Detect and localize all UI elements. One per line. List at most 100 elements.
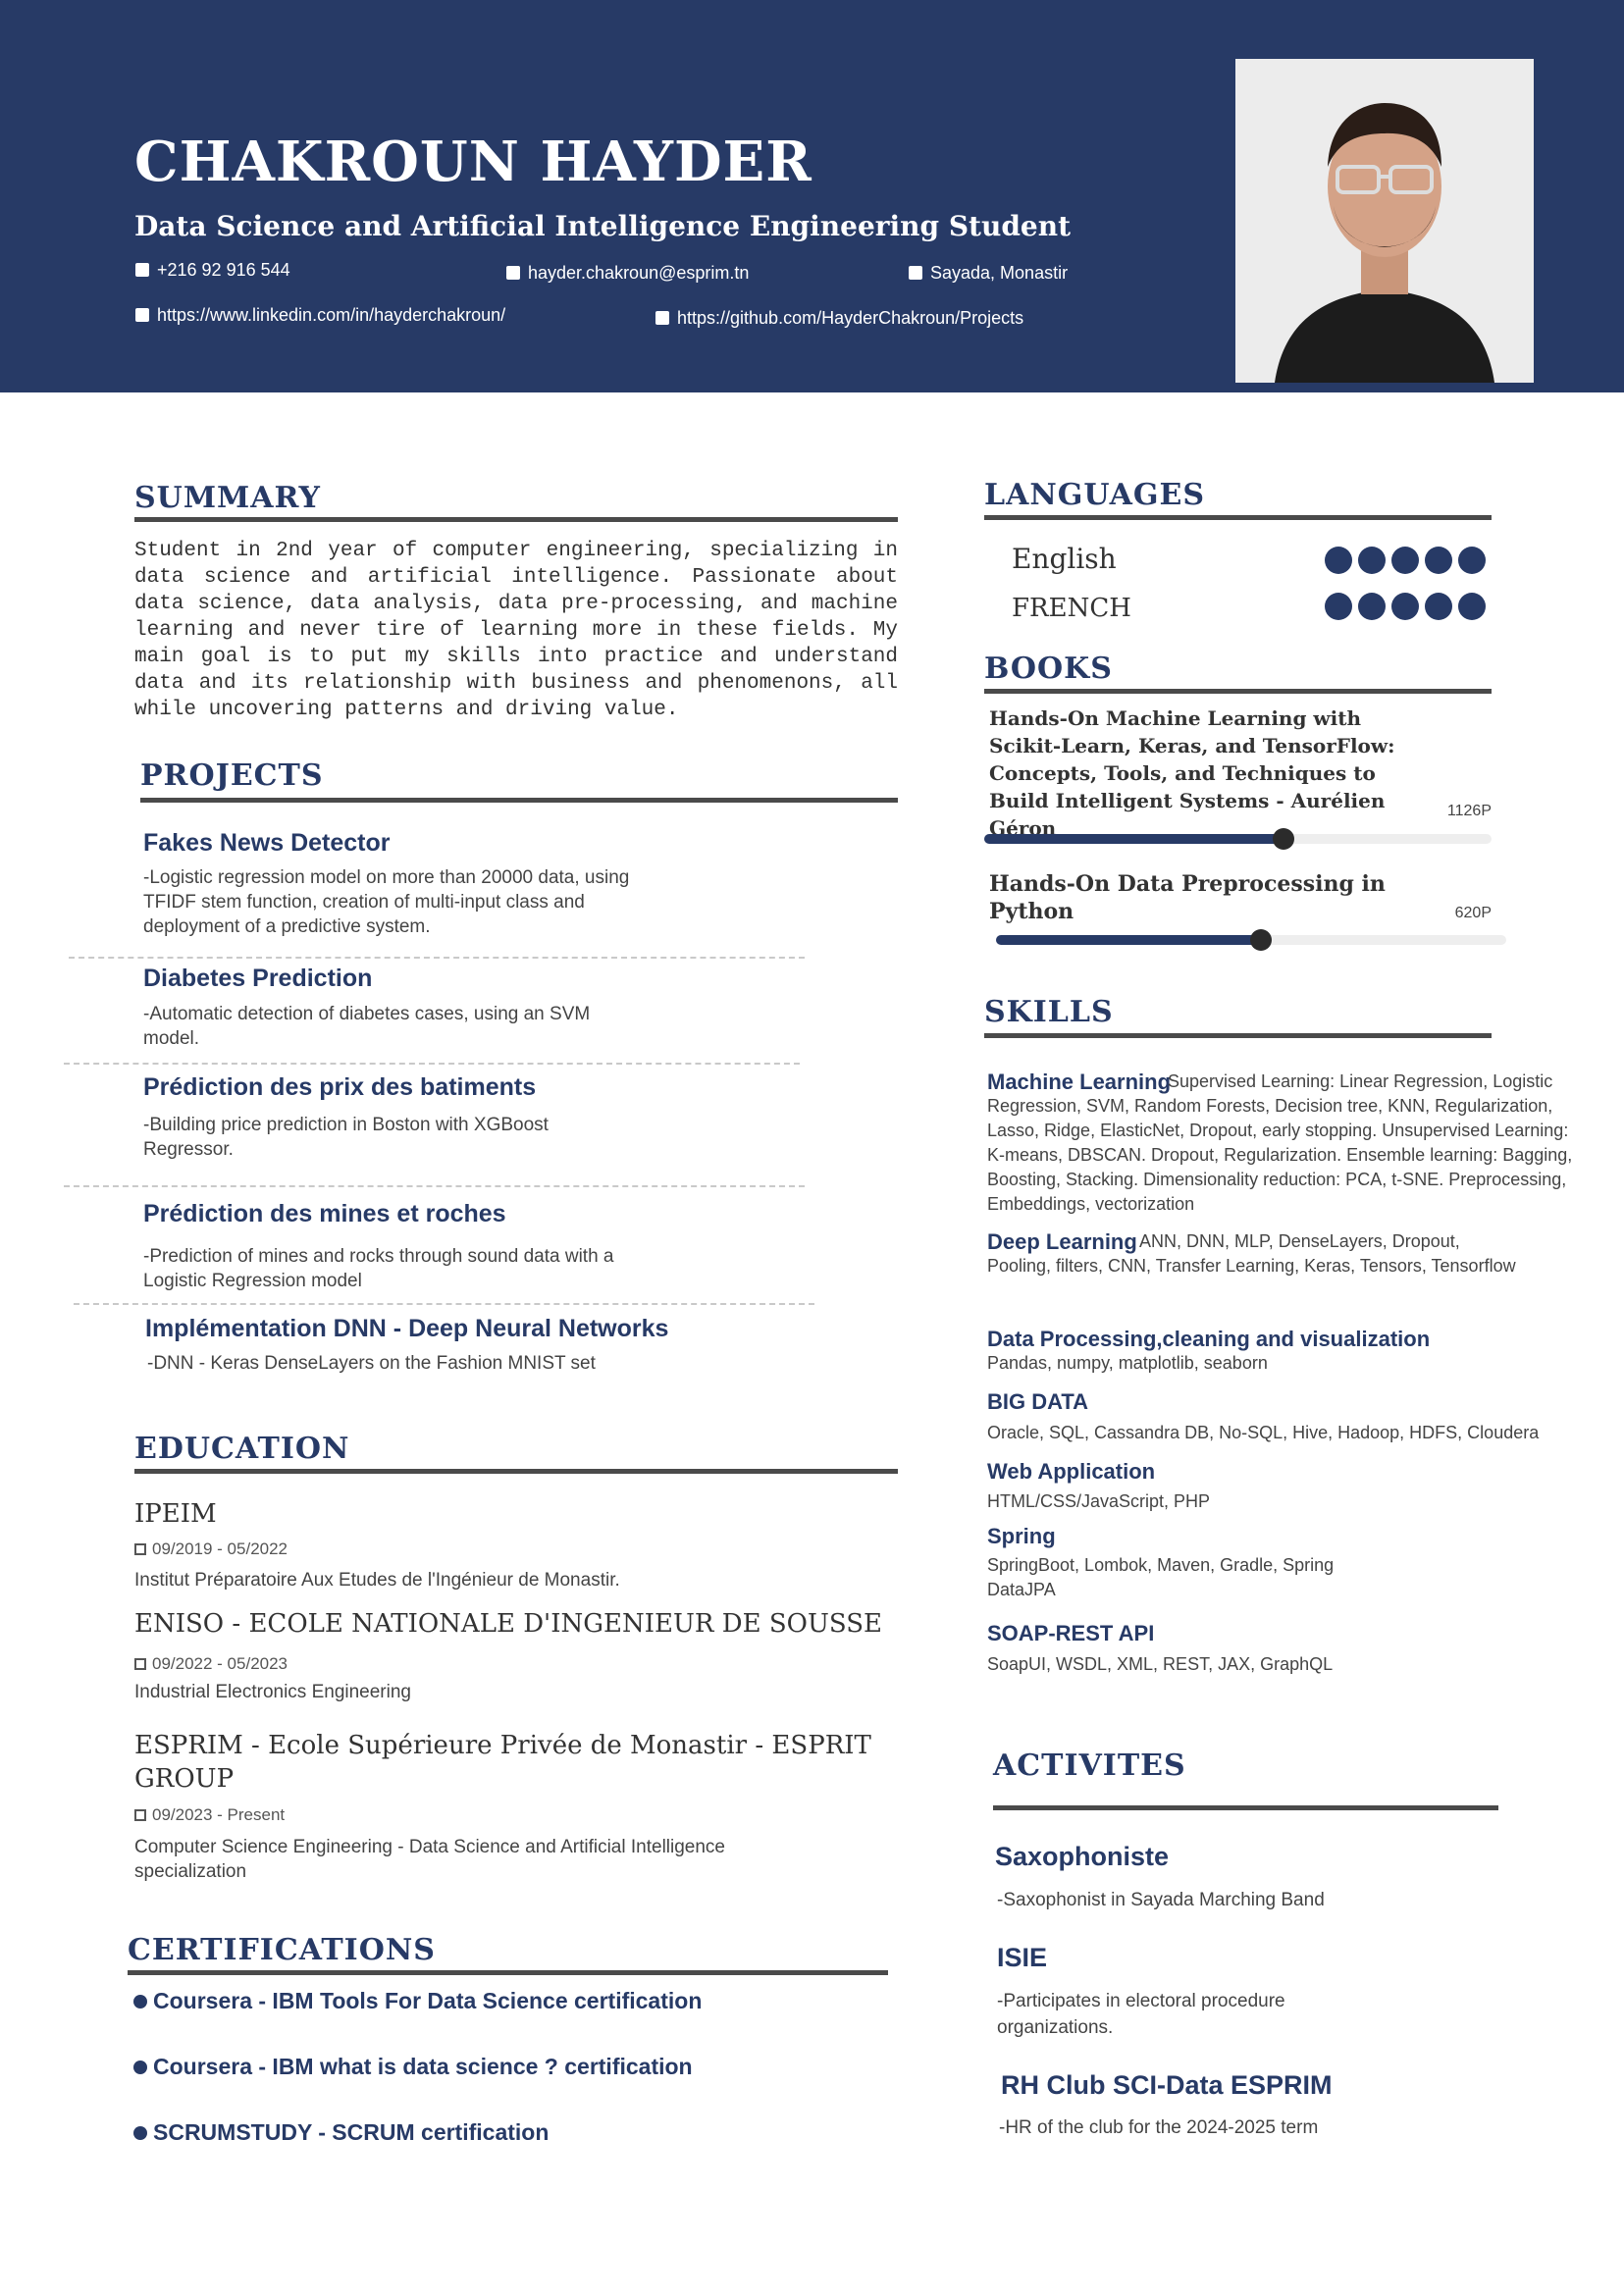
email-text[interactable]: hayder.chakroun@esprim.tn [528, 262, 940, 284]
project-title-2: Diabetes Prediction [143, 965, 373, 992]
level-dot [1425, 593, 1452, 620]
certification-text: SCRUMSTUDY - SCRUM certification [153, 2119, 550, 2145]
certification-text: Coursera - IBM what is data science ? ce… [153, 2054, 693, 2079]
contact-github[interactable]: https://github.com/HayderChakroun/Projec… [655, 307, 1128, 329]
language-level-1 [1325, 547, 1486, 574]
project-separator [69, 957, 805, 959]
education-divider [134, 1469, 898, 1474]
skill-category-7: SOAP-REST API [987, 1621, 1155, 1645]
certification-bullet-icon [133, 1994, 147, 2009]
certifications-divider [128, 1970, 888, 1975]
linkedin-link[interactable]: https://www.linkedin.com/in/hayderchakro… [157, 304, 569, 326]
education-date-text: 09/2019 - 05/2022 [152, 1539, 288, 1558]
education-school-1: IPEIM [134, 1499, 217, 1529]
books-divider [984, 689, 1492, 694]
summary-divider [134, 517, 898, 522]
activity-desc-3: -HR of the club for the 2024-2025 term [999, 2117, 1319, 2138]
education-desc-1: Institut Préparatoire Aux Etudes de l'In… [134, 1570, 620, 1591]
activity-title-2: ISIE [997, 1943, 1048, 1972]
summary-text: Student in 2nd year of computer engineer… [134, 540, 898, 721]
activity-desc-1: -Saxophonist in Sayada Marching Band [997, 1890, 1325, 1910]
skill-list-2: ANN, DNN, MLP, DenseLayers, Dropout, Poo… [987, 1231, 1516, 1276]
certification-text: Coursera - IBM Tools For Data Science ce… [153, 1988, 703, 2013]
calendar-icon [134, 1543, 146, 1555]
skill-category-5: Web Application [987, 1459, 1156, 1484]
level-dot [1325, 547, 1352, 574]
language-name-2: FRENCH [1012, 594, 1131, 623]
project-desc-2: -Automatic detection of diabetes cases, … [143, 1004, 591, 1049]
project-title-3: Prédiction des prix des batiments [143, 1073, 537, 1101]
level-dot [1358, 547, 1386, 574]
activity-title-3: RH Club SCI-Data ESPRIM [1001, 2070, 1333, 2100]
calendar-icon [134, 1809, 146, 1821]
book-title-1: Hands-On Machine Learning with Scikit-Le… [989, 706, 1395, 840]
level-dot [1325, 593, 1352, 620]
languages-divider [984, 515, 1492, 520]
education-desc-2: Industrial Electronics Engineering [134, 1682, 411, 1702]
activities-divider [993, 1805, 1498, 1810]
book-progress-fill-1 [984, 834, 1283, 844]
education-school-2: ENISO - ECOLE NATIONALE D'INGENIEUR DE S… [134, 1609, 882, 1639]
education-school-3: ESPRIM - Ecole Supérieure Privée de Mona… [134, 1731, 871, 1794]
project-title-1: Fakes News Detector [143, 829, 391, 857]
calendar-icon [134, 1658, 146, 1670]
level-dot [1458, 593, 1486, 620]
contact-phone: +216 92 916 544 [135, 259, 569, 281]
skill-list-3: Pandas, numpy, matplotlib, seaborn [987, 1353, 1268, 1373]
profile-photo [1235, 59, 1534, 383]
level-dot [1391, 593, 1419, 620]
skill-list-6: SpringBoot, Lombok, Maven, Gradle, Sprin… [987, 1555, 1335, 1599]
education-date-2: 09/2022 - 05/2023 [134, 1654, 288, 1674]
contact-linkedin[interactable]: https://www.linkedin.com/in/hayderchakro… [135, 304, 569, 326]
project-separator [74, 1303, 814, 1305]
contact-email[interactable]: hayder.chakroun@esprim.tn [506, 262, 940, 284]
book-progress-knob-1[interactable] [1273, 828, 1294, 850]
education-date-1: 09/2019 - 05/2022 [134, 1539, 288, 1559]
level-dot [1358, 593, 1386, 620]
certification-1: Coursera - IBM Tools For Data Science ce… [133, 1988, 702, 2014]
education-desc-3: Computer Science Engineering - Data Scie… [134, 1837, 725, 1882]
skill-category-4: BIG DATA [987, 1389, 1089, 1414]
level-dot [1391, 547, 1419, 574]
github-link[interactable]: https://github.com/HayderChakroun/Projec… [677, 307, 1128, 329]
level-dot [1425, 547, 1452, 574]
book-pages-1: 1126P [1446, 803, 1492, 819]
skill-list-1: Supervised Learning: Linear Regression, … [987, 1071, 1573, 1214]
projects-divider [140, 798, 898, 803]
summary-heading: SUMMARY [134, 481, 321, 515]
activity-title-1: Saxophoniste [995, 1842, 1170, 1871]
activities-heading: ACTIVITES [993, 1748, 1186, 1783]
email-icon [506, 266, 520, 280]
project-title-5: Implémentation DNN - Deep Neural Network… [145, 1315, 669, 1342]
project-separator [64, 1063, 800, 1065]
github-icon [655, 311, 669, 325]
skill-category-6: Spring [987, 1524, 1056, 1548]
education-heading: EDUCATION [134, 1432, 350, 1466]
certification-3: SCRUMSTUDY - SCRUM certification [133, 2119, 549, 2146]
certification-bullet-icon [133, 2125, 147, 2140]
book-title-2: Hands-On Data Preprocessing in Python [989, 871, 1386, 924]
certifications-heading: CERTIFICATIONS [128, 1933, 436, 1967]
book-progress-fill-2 [996, 935, 1261, 945]
linkedin-icon [135, 308, 149, 322]
level-dot [1458, 547, 1486, 574]
book-pages-2: 620P [1454, 905, 1492, 921]
location-text: Sayada, Monastir [930, 263, 1069, 283]
language-level-2 [1325, 593, 1486, 620]
certification-2: Coursera - IBM what is data science ? ce… [133, 2054, 693, 2080]
certification-bullet-icon [133, 2060, 147, 2074]
book-progress-knob-2[interactable] [1250, 929, 1272, 951]
phone-icon [135, 263, 149, 277]
header-banner: CHAKROUN HAYDER Data Science and Artific… [0, 0, 1624, 392]
project-title-4: Prédiction des mines et roches [143, 1200, 506, 1227]
location-icon [909, 266, 922, 280]
project-desc-5: -DNN - Keras DenseLayers on the Fashion … [147, 1353, 596, 1374]
candidate-name: CHAKROUN HAYDER [134, 130, 812, 194]
skill-category-3: Data Processing,cleaning and visualizati… [987, 1327, 1431, 1351]
language-name-1: English [1012, 543, 1117, 575]
project-separator [64, 1185, 805, 1187]
education-date-3: 09/2023 - Present [134, 1805, 285, 1825]
project-desc-3: -Building price prediction in Boston wit… [143, 1115, 549, 1160]
skills-heading: SKILLS [984, 995, 1114, 1029]
skill-list-7: SoapUI, WSDL, XML, REST, JAX, GraphQL [987, 1654, 1334, 1674]
